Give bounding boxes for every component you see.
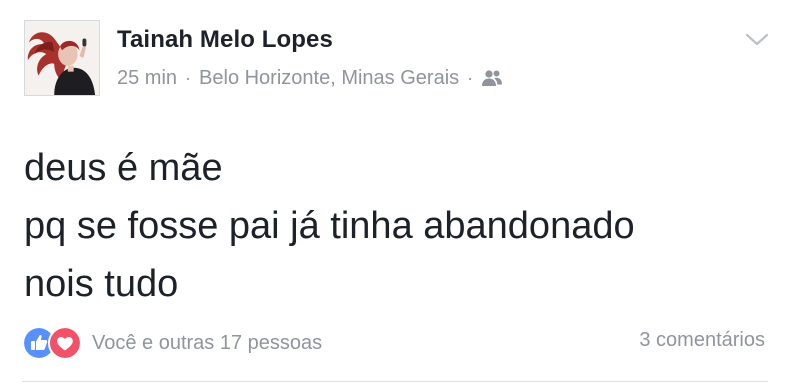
author-name[interactable]: Tainah Melo Lopes xyxy=(117,26,333,54)
post-options-chevron-down-icon[interactable] xyxy=(744,30,770,48)
avatar[interactable] xyxy=(24,20,100,96)
meta-separator: · xyxy=(185,67,192,88)
love-icon xyxy=(48,326,82,360)
post-timestamp[interactable]: 25 min xyxy=(117,67,177,90)
reaction-icons xyxy=(22,326,82,360)
reactions-summary[interactable]: Você e outras 17 pessoas xyxy=(22,326,322,360)
post-text-line: pq se fosse pai já tinha abandonado xyxy=(24,205,635,247)
post-meta: 25 min · Belo Horizonte, Minas Gerais · xyxy=(117,64,503,92)
post-location[interactable]: Belo Horizonte, Minas Gerais xyxy=(199,67,459,90)
reactions-text[interactable]: Você e outras 17 pessoas xyxy=(92,332,322,355)
post-text-line: nois tudo xyxy=(24,263,179,305)
divider xyxy=(22,381,768,382)
friends-icon[interactable] xyxy=(481,69,503,87)
profile-photo-icon xyxy=(25,21,99,95)
meta-separator: · xyxy=(467,67,474,88)
comments-count[interactable]: 3 comentários xyxy=(639,329,765,352)
post-text-line: deus é mãe xyxy=(24,147,223,189)
facebook-post: Tainah Melo Lopes 25 min · Belo Horizont… xyxy=(0,0,790,388)
post-text: deus é mãe pq se fosse pai já tinha aban… xyxy=(24,139,764,313)
